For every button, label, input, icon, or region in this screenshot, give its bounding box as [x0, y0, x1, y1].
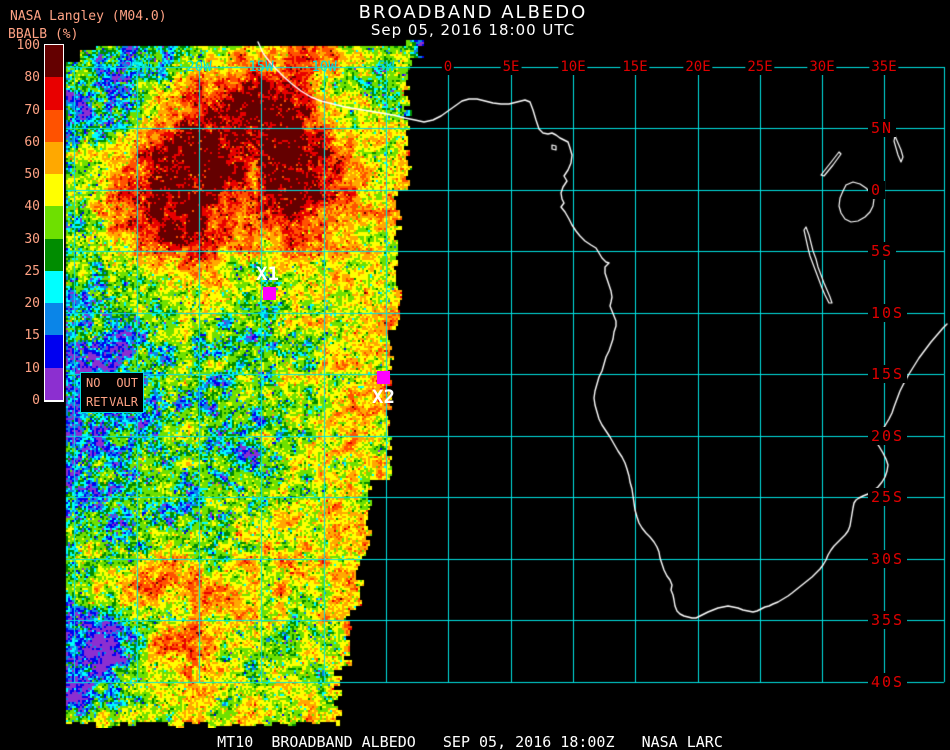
lat-label-20s: 20S [868, 427, 908, 445]
colorbar-segment [45, 141, 63, 175]
retrieval-flags-box: NO OUT RET VALR [80, 372, 144, 413]
lat-label-15s: 15S [868, 365, 908, 383]
colorbar-tick: 30 [24, 231, 40, 247]
marker-x1-label: X1 [256, 263, 279, 285]
lon-label-0: 0 [441, 59, 455, 75]
colorbar-tick: 25 [24, 263, 40, 279]
lat-label-5s: 5S [868, 242, 897, 260]
colorbar-tick: 15 [24, 328, 40, 344]
colorbar-segment [45, 174, 63, 207]
lon-label-15w: 15W [248, 59, 274, 75]
colorbar-segment [45, 109, 63, 142]
timestamp-subtitle: Sep 05, 2016 18:00 UTC [370, 21, 576, 39]
colorbar-tick: 40 [24, 199, 40, 215]
colorbar-tick: 0 [32, 393, 40, 408]
colorbar-segment [45, 303, 63, 336]
lon-label-5e: 5E [500, 59, 522, 75]
lon-label-20w: 20W [186, 59, 212, 75]
lat-label-40s: 40S [868, 673, 908, 691]
colorbar-tick: 80 [24, 70, 40, 86]
lat-label-35s: 35S [868, 611, 908, 629]
marker-x1-dot [263, 287, 276, 300]
lat-label-0: 0 [868, 181, 886, 199]
colorbar-tick: 20 [24, 296, 40, 312]
lon-label-25w: 25W [124, 59, 150, 75]
lat-label-30s: 30S [868, 550, 908, 568]
colorbar-segment [45, 77, 63, 110]
flag-ret: RET [86, 395, 108, 409]
flag-valr: VALR [109, 395, 138, 409]
lat-label-10s: 10S [868, 304, 908, 322]
lat-label-5n: 5N [868, 119, 897, 137]
status-bar: MT10 BROADBAND ALBEDO SEP 05, 2016 18:00… [0, 728, 950, 750]
marker-x2-label: X2 [372, 386, 395, 408]
lon-label-10w: 10W [311, 59, 337, 75]
colorbar-tick: 70 [24, 102, 40, 118]
lon-label-35e: 35E [869, 59, 899, 75]
colorbar-tick: 100 [16, 38, 40, 53]
lon-label-5w: 5W [377, 59, 395, 75]
colorbar-segment [45, 238, 63, 271]
colorbar-segment [45, 335, 63, 368]
lon-label-25e: 25E [745, 59, 775, 75]
lon-label-20e: 20E [683, 59, 713, 75]
flag-no: NO [86, 376, 101, 390]
status-bar-text: MT10 BROADBAND ALBEDO SEP 05, 2016 18:00… [217, 733, 723, 750]
colorbar-tick: 10 [24, 360, 40, 376]
colorbar-segment [45, 270, 63, 304]
lon-label-10e: 10E [558, 59, 588, 75]
flag-out: OUT [116, 376, 138, 390]
colorbar-segment [45, 45, 63, 78]
lon-label-30e: 30E [807, 59, 837, 75]
colorbar [44, 44, 64, 402]
colorbar-segment [45, 206, 63, 239]
lat-label-25s: 25S [868, 488, 908, 506]
albedo-plot-window: BROADBAND ALBEDO Sep 05, 2016 18:00 UTC … [0, 0, 950, 750]
colorbar-tick: 60 [24, 134, 40, 150]
colorbar-tick: 50 [24, 167, 40, 183]
colorbar-segment [45, 367, 63, 400]
marker-x2-dot [377, 371, 390, 384]
source-label: NASA Langley (M04.0) [10, 9, 167, 24]
page-title: BROADBAND ALBEDO [358, 2, 588, 23]
lon-label-15e: 15E [620, 59, 650, 75]
